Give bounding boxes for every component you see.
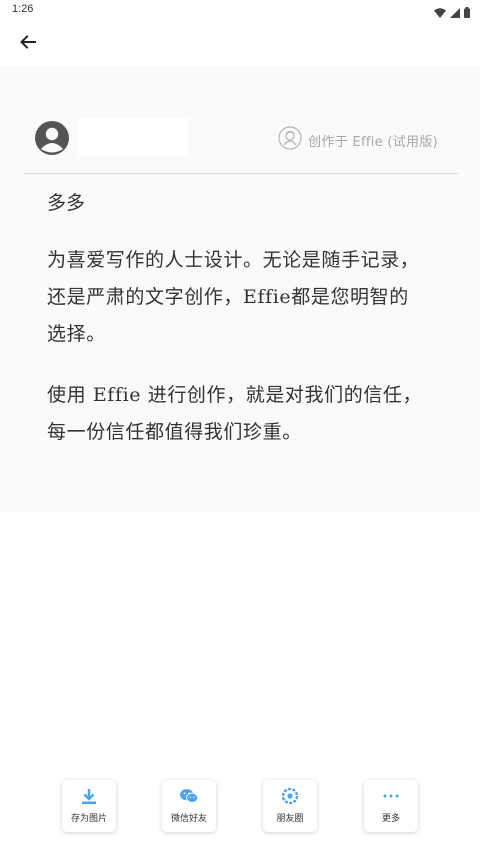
wechat-icon	[180, 788, 198, 804]
app-credit: 创作于 Effie (试用版)	[278, 126, 438, 154]
download-icon	[80, 788, 98, 804]
wechat-friend-label: 微信好友	[170, 814, 207, 824]
effie-logo-icon	[278, 126, 302, 154]
app-credit-text: 创作于 Effie (试用版)	[308, 134, 438, 150]
status-bar: 1:26	[0, 0, 480, 20]
more-icon	[382, 788, 400, 804]
save-image-button[interactable]: 存为图片	[62, 780, 116, 832]
avatar-icon	[34, 120, 70, 156]
moments-label: 朋友圈	[276, 814, 304, 824]
document-paragraph: 使用 Effie 进行创作，就是对我们的信任，每一份信任都值得我们珍重。	[47, 384, 423, 443]
wechat-friend-button[interactable]: 微信好友	[162, 780, 216, 832]
back-button[interactable]	[14, 31, 42, 55]
save-image-label: 存为图片	[70, 814, 107, 824]
document-content: 多多 为喜爱写作的人士设计。无论是随手记录，还是严肃的文字创作，Effie都是您…	[47, 188, 427, 475]
author-name-placeholder	[78, 118, 188, 156]
document-paragraph: 为喜爱写作的人士设计。无论是随手记录，还是严肃的文字创作，Effie都是您明智的…	[47, 249, 420, 345]
top-bar	[0, 20, 480, 66]
divider	[24, 173, 458, 174]
arrow-left-icon	[20, 34, 36, 53]
share-bar: 存为图片 微信好友 朋友圈 更多	[0, 780, 480, 832]
more-button[interactable]: 更多	[364, 780, 418, 832]
share-card-preview: 创作于 Effie (试用版) 多多 为喜爱写作的人士设计。无论是随手记录，还是…	[0, 66, 480, 512]
moments-button[interactable]: 朋友圈	[263, 780, 317, 832]
more-label: 更多	[381, 814, 400, 824]
moments-icon	[281, 788, 299, 804]
status-time: 1:26	[12, 3, 34, 15]
document-title: 多多	[47, 192, 86, 214]
author-row: 创作于 Effie (试用版)	[24, 116, 458, 160]
